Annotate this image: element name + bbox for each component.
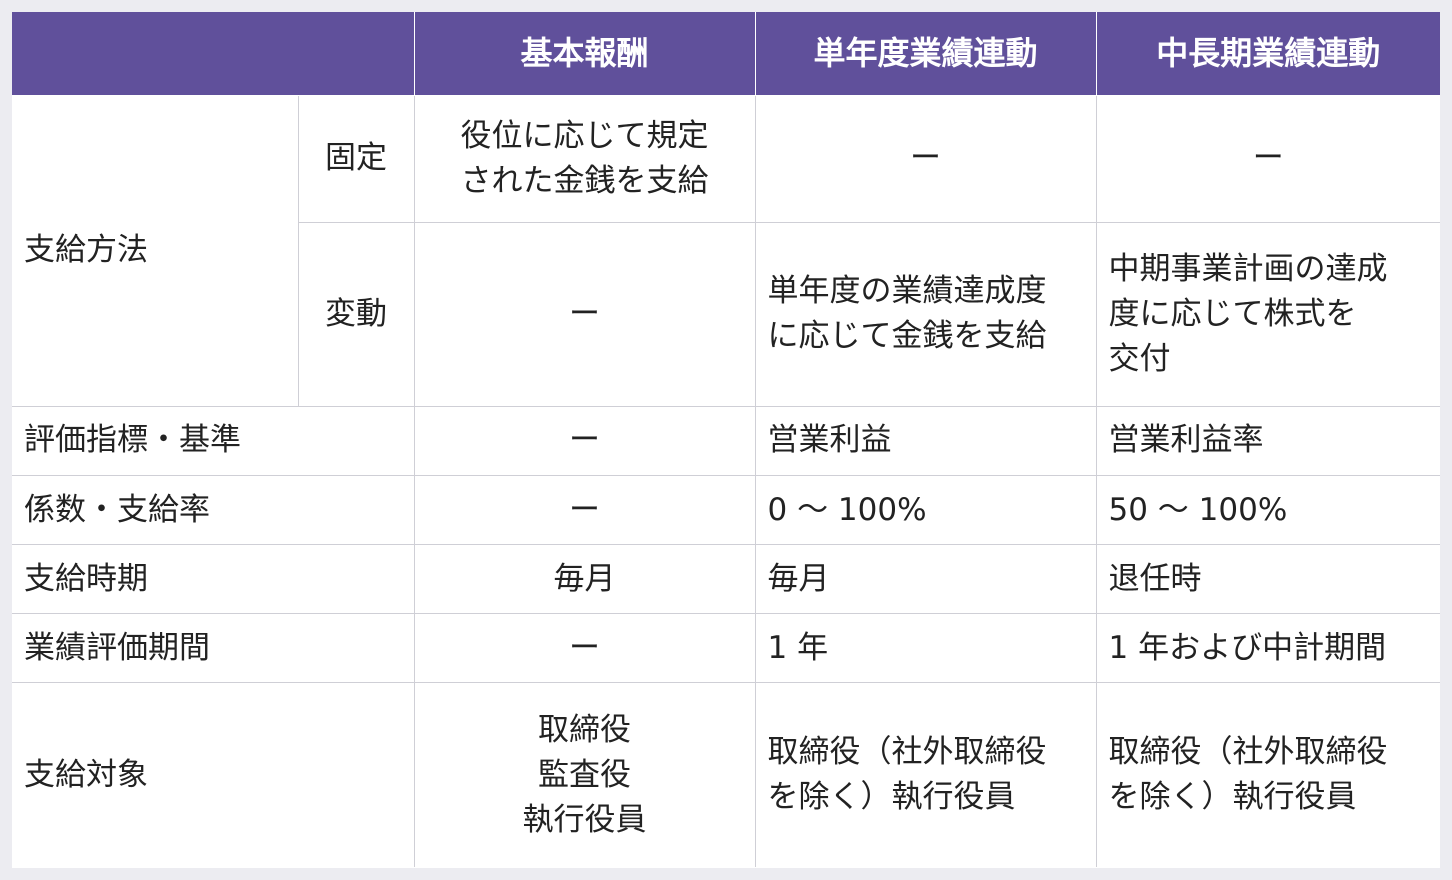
cell-payment-timing-annual: 毎月 [754, 544, 1097, 615]
cell-evaluation-index-longterm: 営業利益率 [1095, 405, 1440, 476]
cell-fixed-annual: ー [754, 94, 1097, 223]
row-label-evaluation-index: 評価指標・基準 [12, 405, 415, 476]
cell-evaluation-index-base: ー [413, 405, 756, 476]
header-annual-performance: 単年度業績連動 [754, 12, 1097, 96]
cell-eligible-longterm: 取締役（社外取締役 を除く）執行役員 [1095, 682, 1440, 867]
header-corner-cell [12, 12, 415, 96]
table-row-payment-fixed: 支給方法 固定 役位に応じて規定 された金銭を支給 ー ー [12, 94, 1440, 407]
cell-variable-annual: 単年度の業績達成度 に応じて金銭を支給 [754, 221, 1097, 407]
cell-coefficient-annual: 0 ～ 100% [754, 474, 1097, 546]
cell-variable-base: ー [413, 221, 756, 407]
header-row: 基本報酬 単年度業績連動 中長期業績連動 [12, 12, 1440, 96]
table-row-evaluation-index: 評価指標・基準 ー 営業利益 営業利益率 [12, 405, 1440, 476]
table-row-eligible: 支給対象 取締役 監査役 執行役員 取締役（社外取締役 を除く）執行役員 取締役… [12, 682, 1440, 867]
header-longterm-performance: 中長期業績連動 [1095, 12, 1440, 96]
table-row-payment-timing: 支給時期 毎月 毎月 退任時 [12, 544, 1440, 615]
cell-fixed-base: 役位に応じて規定 された金銭を支給 [413, 94, 756, 223]
row-label-payment-timing: 支給時期 [12, 544, 415, 615]
cell-evaluation-period-longterm: 1 年および中計期間 [1095, 613, 1440, 684]
cell-evaluation-period-annual: 1 年 [754, 613, 1097, 684]
cell-variable-longterm: 中期事業計画の達成 度に応じて株式を 交付 [1095, 221, 1440, 407]
header-base-compensation: 基本報酬 [413, 12, 756, 96]
cell-evaluation-period-base: ー [413, 613, 756, 684]
compensation-table: 基本報酬 単年度業績連動 中長期業績連動 支給方法 固定 役位に応じて規定 され… [12, 12, 1440, 867]
cell-eligible-annual: 取締役（社外取締役 を除く）執行役員 [754, 682, 1097, 867]
table-row-evaluation-period: 業績評価期間 ー 1 年 1 年および中計期間 [12, 613, 1440, 684]
row-label-coefficient: 係数・支給率 [12, 474, 415, 546]
cell-coefficient-base: ー [413, 474, 756, 546]
cell-coefficient-longterm: 50 ～ 100% [1095, 474, 1440, 546]
cell-fixed-longterm: ー [1095, 94, 1440, 223]
table-row-coefficient: 係数・支給率 ー 0 ～ 100% 50 ～ 100% [12, 474, 1440, 546]
cell-eligible-base: 取締役 監査役 執行役員 [413, 682, 756, 867]
row-label-payment-method: 支給方法 [12, 94, 299, 407]
sub-label-fixed: 固定 [297, 94, 415, 223]
cell-payment-timing-base: 毎月 [413, 544, 756, 615]
sub-label-variable: 変動 [298, 221, 415, 407]
row-label-evaluation-period: 業績評価期間 [12, 613, 415, 684]
cell-evaluation-index-annual: 営業利益 [754, 405, 1097, 476]
row-label-eligible: 支給対象 [12, 682, 415, 867]
cell-payment-timing-longterm: 退任時 [1095, 544, 1440, 615]
